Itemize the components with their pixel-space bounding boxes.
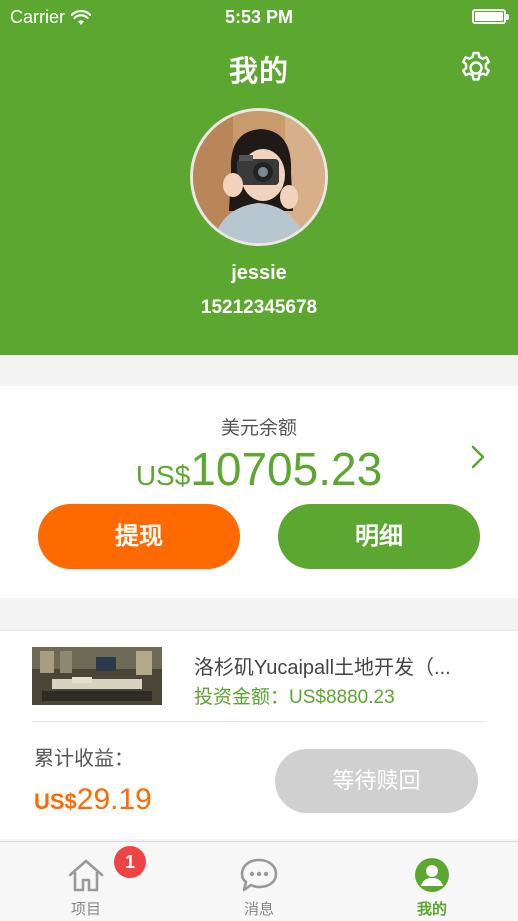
battery-icon — [472, 9, 509, 24]
tab-projects[interactable]: 1 项目 — [26, 842, 146, 921]
detail-button[interactable]: 明细 — [278, 504, 480, 569]
profile-header: Carrier 5:53 PM 我的 jessie 15212345678 — [0, 0, 518, 355]
earnings-amount: 29.19 — [76, 783, 152, 816]
divider — [32, 721, 486, 722]
settings-button[interactable] — [458, 50, 494, 86]
user-icon — [415, 858, 449, 892]
page-title: 我的 — [228, 56, 289, 88]
username: jessie — [231, 262, 287, 284]
withdraw-button[interactable]: 提现 — [38, 504, 240, 569]
balance-currency: US$ — [135, 460, 191, 491]
project-thumbnail — [32, 647, 162, 705]
notification-badge: 1 — [114, 846, 146, 878]
chat-bubble-icon — [240, 858, 278, 892]
home-icon — [68, 859, 104, 892]
balance-amount: US$10705.23 — [0, 442, 518, 496]
status-time: 5:53 PM — [224, 7, 294, 27]
balance-card[interactable]: 美元余额 US$10705.23 提现 明细 — [0, 386, 518, 598]
chevron-right-icon — [471, 445, 485, 469]
investment-label: 投资金额： — [194, 687, 290, 708]
tab-mine[interactable]: 我的 — [372, 842, 492, 921]
tab-label: 消息 — [243, 901, 274, 918]
investment-amount: 投资金额：US$8880.23 — [194, 682, 395, 709]
earnings-value: US$29.19 — [34, 783, 152, 817]
project-image — [32, 647, 162, 705]
tab-label: 我的 — [416, 901, 447, 918]
tab-bar: 1 项目 消息 我的 — [0, 841, 518, 921]
balance-value: 10705.23 — [190, 443, 383, 495]
tab-messages[interactable]: 消息 — [199, 842, 319, 921]
project-title: 洛杉矶Yucaipall土地开发（... — [194, 657, 451, 679]
avatar[interactable] — [190, 108, 328, 246]
avatar-photo — [193, 111, 325, 243]
balance-label: 美元余额 — [220, 418, 297, 439]
phone-number: 15212345678 — [200, 297, 318, 318]
earnings-label: 累计收益： — [34, 748, 134, 770]
gear-icon — [462, 51, 490, 81]
investment-value: US$8880.23 — [289, 687, 395, 708]
earnings-currency: US$ — [34, 789, 77, 814]
status-bar: Carrier 5:53 PM — [0, 0, 518, 34]
tab-label: 项目 — [70, 901, 101, 918]
project-card[interactable]: 洛杉矶Yucaipall土地开发（... 投资金额：US$8880.23 累计收… — [0, 630, 518, 839]
balance-detail-chevron[interactable] — [468, 444, 488, 470]
awaiting-redemption-button: 等待赎回 — [275, 749, 478, 813]
